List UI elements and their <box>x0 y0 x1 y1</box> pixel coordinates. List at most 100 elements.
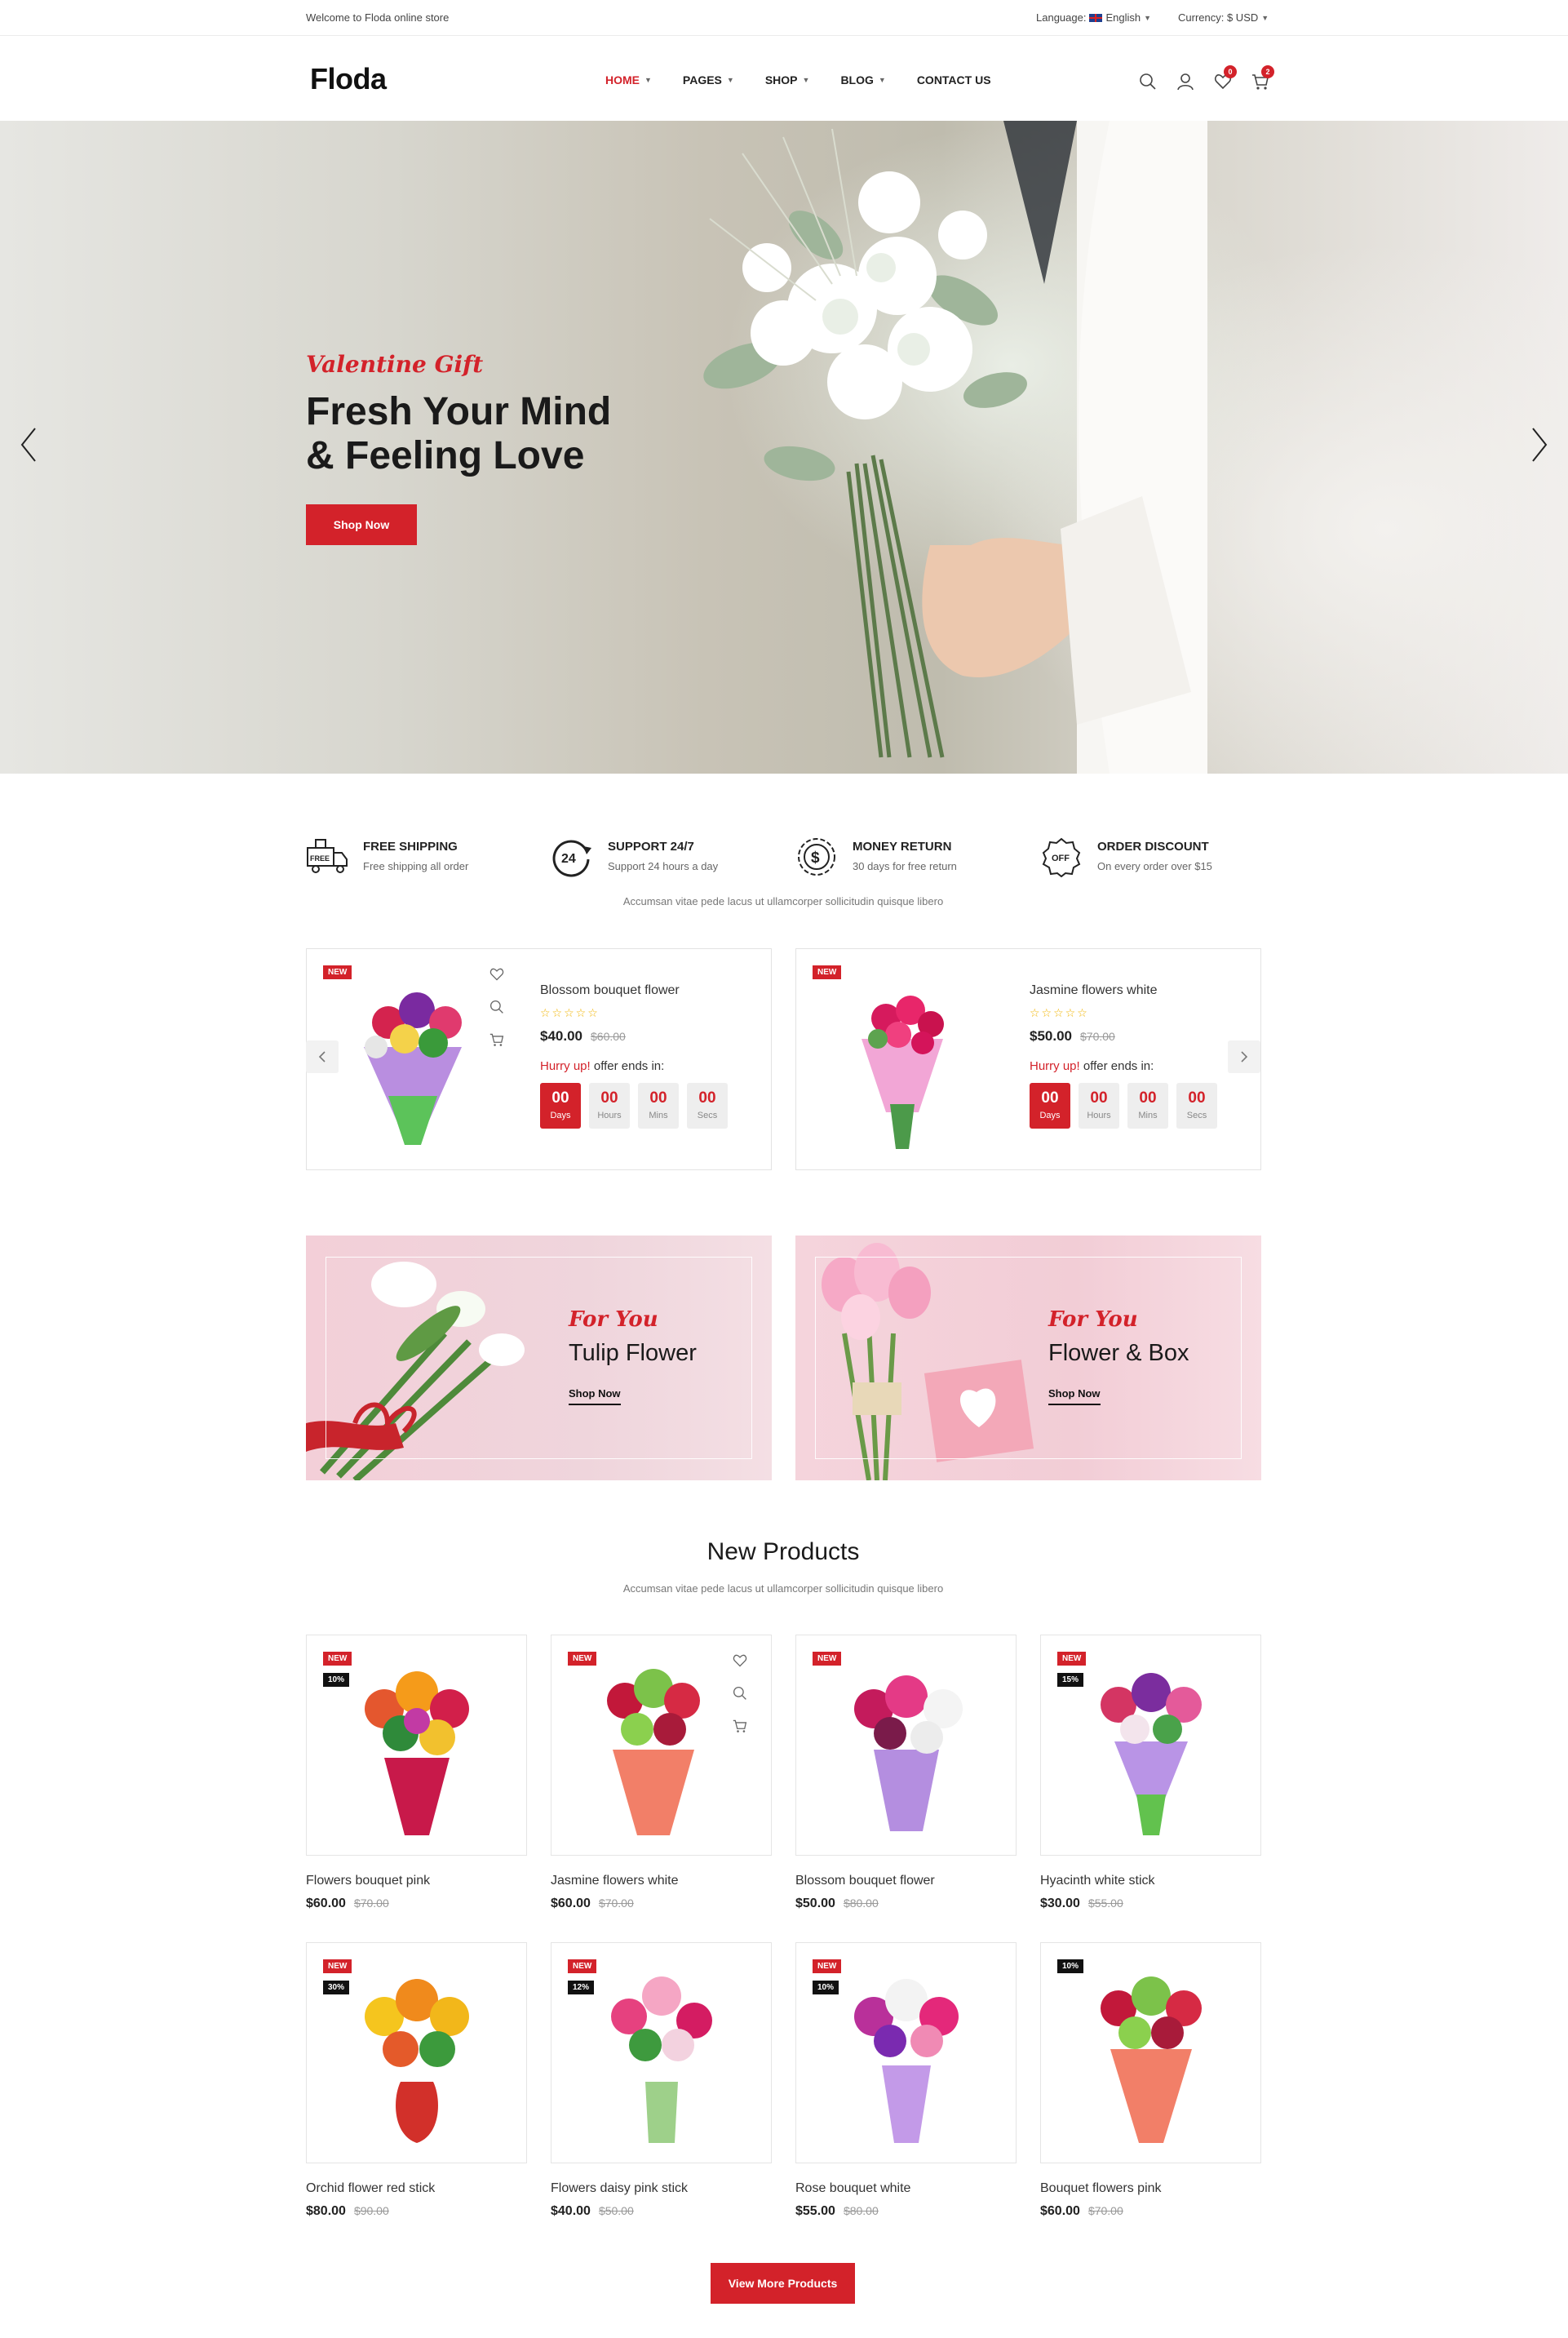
search-icon[interactable] <box>733 1686 747 1701</box>
product-price: $50.00 $70.00 <box>1030 1028 1115 1045</box>
product-name[interactable]: Jasmine flowers white <box>551 1874 772 1888</box>
deals-prev-arrow[interactable] <box>306 1040 339 1073</box>
feature-subtitle: Support 24 hours a day <box>608 860 719 872</box>
old-price: $55.00 <box>1087 1897 1123 1910</box>
chevron-down-icon: ▼ <box>1261 13 1269 22</box>
nav-label: BLOG <box>840 73 874 87</box>
current-price: $30.00 <box>1040 1897 1080 1910</box>
product-image-box[interactable]: NEW 10% <box>306 1635 527 1856</box>
product-image <box>611 1976 712 2143</box>
product-card[interactable]: NEW 10% Flowers bouquet pink $60.00 $70.0… <box>306 1635 527 1911</box>
product-name[interactable]: Jasmine flowers white <box>1030 983 1158 998</box>
product-name[interactable]: Flowers daisy pink stick <box>551 2181 772 2196</box>
cart-icon[interactable] <box>733 1719 747 1733</box>
countdown-label: Days <box>550 1111 571 1120</box>
product-card[interactable]: NEW 10% Rose bouquet white $55.00 $80.00 <box>795 1942 1017 2219</box>
heart-icon[interactable] <box>733 1653 747 1668</box>
hero-tagline: Valentine Gift <box>306 351 484 378</box>
product-image-box[interactable]: NEW 15% <box>1040 1635 1261 1856</box>
old-price: $50.00 <box>598 2204 634 2217</box>
product-image[interactable] <box>821 974 984 1153</box>
cart-icon[interactable] <box>489 1032 504 1047</box>
old-price: $90.00 <box>353 2204 389 2217</box>
feature-title: FREE SHIPPING <box>363 840 458 854</box>
old-price: $70.00 <box>1080 1030 1115 1043</box>
deals-next-arrow[interactable] <box>1228 1040 1260 1073</box>
header-icons: 0 2 <box>1129 65 1279 93</box>
product-card[interactable]: NEW 15% Hyacinth white stick $30.00 $55.0… <box>1040 1635 1261 1911</box>
slider-prev-arrow[interactable] <box>16 424 41 465</box>
hero-shop-now-button[interactable]: Shop Now <box>306 504 417 545</box>
svg-text:24: 24 <box>561 852 576 866</box>
cart-icon[interactable]: 2 <box>1242 65 1279 93</box>
product-name[interactable]: Blossom bouquet flower <box>540 983 680 998</box>
banner-title: Tulip Flower <box>569 1340 697 1366</box>
site-header: Floda HOME ▼ PAGES ▼ SHOP ▼ BLOG ▼ CONTACT U… <box>0 36 1568 121</box>
product-image <box>365 1671 469 1835</box>
svg-text:FREE: FREE <box>310 854 330 863</box>
product-card[interactable]: NEW Blossom bouquet flower $50.00 $80.00 <box>795 1635 1017 1911</box>
product-card[interactable]: 10% Bouquet flowers pink $60.00 $70.00 <box>1040 1942 1261 2219</box>
product-name[interactable]: Blossom bouquet flower <box>795 1874 1017 1888</box>
product-price: $60.00 $70.00 <box>1040 2204 1261 2219</box>
product-card[interactable]: NEW 30% Orchid flower red stick $80.00 $9… <box>306 1942 527 2219</box>
feature-subtitle: On every order over $15 <box>1097 860 1212 872</box>
nav-item-blog[interactable]: BLOG ▼ <box>840 73 885 87</box>
product-price: $50.00 $80.00 <box>795 1897 1017 1911</box>
old-price: $70.00 <box>353 1897 389 1910</box>
banner-tag: For You <box>1048 1307 1138 1332</box>
chevron-down-icon: ▼ <box>726 76 734 84</box>
banner-shop-now-link[interactable]: Shop Now <box>1048 1387 1101 1405</box>
main-nav: HOME ▼ PAGES ▼ SHOP ▼ BLOG ▼ CONTACT US <box>605 73 1022 87</box>
nav-item-home[interactable]: HOME ▼ <box>605 73 652 87</box>
product-name[interactable]: Rose bouquet white <box>795 2181 1017 2196</box>
language-selector[interactable]: Language: English ▼ <box>1036 11 1151 24</box>
search-icon[interactable] <box>489 1000 504 1014</box>
currency-selector[interactable]: Currency: $ USD ▼ <box>1178 11 1269 24</box>
rating-stars: ☆☆☆☆☆ <box>540 1006 600 1019</box>
countdown-mins: 00 Mins <box>638 1083 679 1129</box>
current-price: $50.00 <box>795 1897 835 1910</box>
old-price: $80.00 <box>843 2204 879 2217</box>
hero-title-line2: & Feeling Love <box>306 434 585 477</box>
promo-banner[interactable]: For You Tulip Flower Shop Now <box>306 1236 772 1480</box>
user-icon[interactable] <box>1167 70 1204 93</box>
view-more-products-button[interactable]: View More Products <box>711 2263 855 2304</box>
feature-free-shipping: FREE FREE SHIPPING Free shipping all ord… <box>306 836 468 876</box>
product-name[interactable]: Hyacinth white stick <box>1040 1874 1261 1888</box>
countdown-value: 00 <box>1090 1089 1108 1107</box>
feature-subtitle: Free shipping all order <box>363 860 469 872</box>
product-image-box[interactable]: NEW 30% <box>306 1942 527 2163</box>
product-card[interactable]: NEW 12% Flowers daisy pink stick $40.00 $… <box>551 1942 772 2219</box>
wishlist-heart-icon[interactable]: 0 <box>1204 65 1242 93</box>
logo[interactable]: Floda <box>310 62 387 96</box>
hurry-label: Hurry up! <box>1030 1059 1080 1073</box>
product-image-box[interactable]: NEW 10% <box>795 1942 1017 2163</box>
chevron-down-icon: ▼ <box>878 76 886 84</box>
slider-next-arrow[interactable] <box>1527 424 1552 465</box>
deal-card: NEW Jasmine flowers white ☆☆☆☆☆ $50.00 $7… <box>795 948 1261 1170</box>
countdown-value: 00 <box>551 1089 569 1107</box>
nav-item-shop[interactable]: SHOP ▼ <box>765 73 810 87</box>
countdown-label: Days <box>1039 1111 1061 1120</box>
promo-banner[interactable]: For You Flower & Box Shop Now <box>795 1236 1261 1480</box>
nav-item-contact[interactable]: CONTACT US <box>917 73 991 87</box>
product-image-box[interactable]: NEW 12% <box>551 1942 772 2163</box>
countdown-label: Hours <box>1087 1111 1111 1120</box>
product-image-box[interactable]: NEW <box>795 1635 1017 1856</box>
product-name[interactable]: Bouquet flowers pink <box>1040 2181 1261 2196</box>
product-actions <box>733 1653 747 1733</box>
product-image[interactable] <box>331 974 494 1153</box>
banner-shop-now-link[interactable]: Shop Now <box>569 1387 621 1405</box>
product-card[interactable]: NEW Jasmine flowers white $60.00 $70.00 <box>551 1635 772 1911</box>
search-icon[interactable] <box>1129 70 1167 93</box>
nav-item-pages[interactable]: PAGES ▼ <box>683 73 734 87</box>
section-title: New Products <box>706 1538 860 1565</box>
product-name[interactable]: Flowers bouquet pink <box>306 1874 527 1888</box>
countdown-label: Secs <box>1186 1111 1207 1120</box>
countdown-value: 00 <box>698 1089 716 1107</box>
product-name[interactable]: Orchid flower red stick <box>306 2181 527 2196</box>
heart-icon[interactable] <box>489 967 504 982</box>
product-image-box[interactable]: NEW <box>551 1635 772 1856</box>
product-image-box[interactable]: 10% <box>1040 1942 1261 2163</box>
